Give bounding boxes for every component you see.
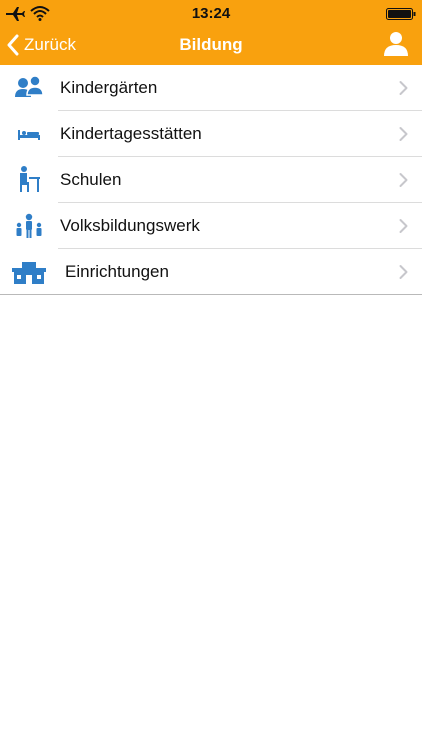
student-desk-icon	[20, 166, 40, 192]
list-item-label: Kindergärten	[60, 78, 158, 97]
status-bar: 13:24	[0, 0, 422, 28]
list-item-label: Kindertagesstätten	[60, 124, 202, 143]
list-item-volksbildungswerk[interactable]: Volksbildungswerk	[0, 203, 422, 249]
back-button[interactable]: Zurück	[6, 30, 76, 60]
list-item-label: Volksbildungswerk	[60, 216, 200, 235]
list-item-label: Einrichtungen	[65, 262, 169, 281]
category-list: Kindergärten Kindertagesstätten Schulen	[0, 65, 422, 295]
chevron-right-icon	[399, 81, 408, 95]
list-item-kindertagesstaetten[interactable]: Kindertagesstätten	[0, 111, 422, 157]
list-item-schulen[interactable]: Schulen	[0, 157, 422, 203]
list-item-kindergaerten[interactable]: Kindergärten	[0, 65, 422, 111]
building-icon	[12, 262, 46, 284]
list-item-einrichtungen[interactable]: Einrichtungen	[0, 249, 422, 295]
status-time: 13:24	[191, 5, 231, 22]
list-item-label: Schulen	[60, 170, 122, 189]
chevron-right-icon	[399, 265, 408, 279]
chevron-left-icon	[7, 34, 19, 56]
battery-icon	[386, 8, 416, 20]
back-label: Zurück	[24, 35, 76, 54]
navigation-bar: Zurück Bildung	[0, 28, 422, 65]
chevron-right-icon	[399, 127, 408, 141]
chevron-right-icon	[399, 173, 408, 187]
user-profile-icon[interactable]	[382, 30, 410, 58]
children-icon	[15, 75, 44, 97]
bed-icon	[18, 130, 40, 140]
top-bar: 13:24 Zurück Bildung	[0, 0, 422, 65]
people-group-icon	[16, 213, 42, 238]
chevron-right-icon	[399, 219, 408, 233]
